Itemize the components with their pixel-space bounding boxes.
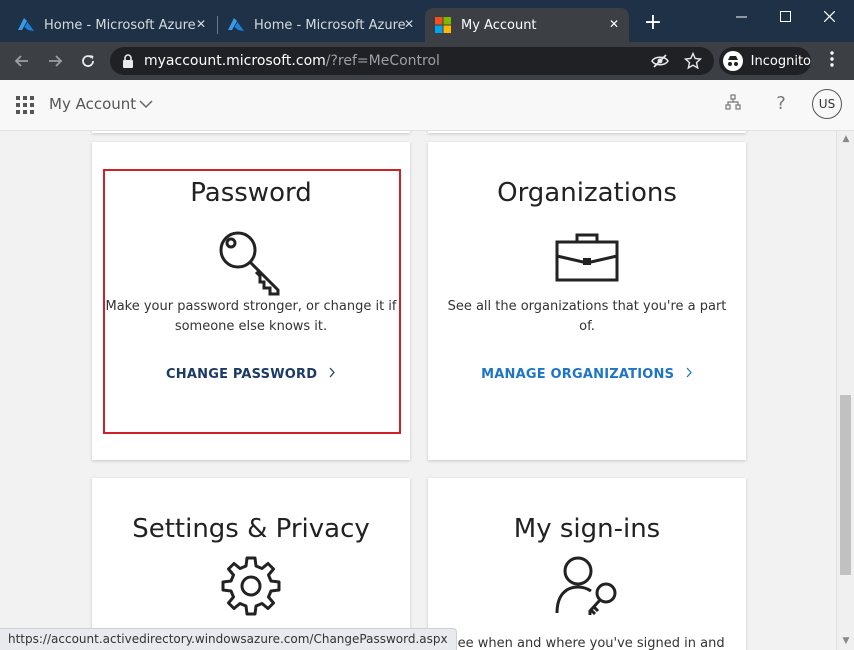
settings-privacy-card: Settings & Privacy: [92, 478, 410, 650]
user-key-icon: [555, 556, 617, 616]
browser-toolbar: myaccount.microsoft.com/?ref=MeControl I…: [0, 42, 854, 80]
maximize-button[interactable]: [762, 0, 808, 32]
incognito-indicator[interactable]: Incognito: [719, 47, 811, 75]
card-title: Organizations: [497, 178, 677, 208]
card-partial: [92, 131, 410, 133]
my-signins-card: My sign-ins See when and where you've si…: [428, 478, 746, 650]
card-partial: [428, 131, 746, 133]
tab-label: Home - Microsoft Azure: [44, 17, 196, 33]
arrow-left-icon: [14, 55, 28, 67]
scroll-up-icon[interactable]: ▲: [840, 134, 852, 144]
url-text: myaccount.microsoft.com/?ref=MeControl: [144, 53, 440, 69]
app-header: My Account ? US: [0, 80, 854, 131]
star-icon[interactable]: [684, 52, 702, 70]
close-icon[interactable]: ✕: [196, 17, 206, 31]
app-launcher-icon[interactable]: [16, 96, 34, 114]
incognito-label: Incognito: [750, 53, 811, 69]
more-vertical-icon: [830, 51, 834, 67]
minimize-icon: [735, 16, 747, 17]
close-icon: [823, 10, 835, 22]
microsoft-logo-icon: [435, 17, 451, 33]
chevron-right-icon: [686, 367, 692, 378]
manage-organizations-link[interactable]: MANAGE ORGANIZATIONS: [428, 367, 746, 382]
tab-azure-home-1[interactable]: Home - Microsoft Azure ✕: [8, 8, 216, 42]
back-button[interactable]: [11, 50, 33, 72]
close-window-button[interactable]: [806, 0, 852, 32]
address-bar[interactable]: myaccount.microsoft.com/?ref=MeControl: [110, 47, 714, 75]
lock-icon: [123, 54, 133, 68]
url-host: myaccount.microsoft.com: [144, 53, 326, 69]
briefcase-icon: [555, 233, 619, 282]
link-label: MANAGE ORGANIZATIONS: [481, 367, 675, 382]
help-icon[interactable]: ?: [771, 94, 791, 114]
reload-icon: [82, 55, 94, 67]
arrow-right-icon: [49, 55, 63, 67]
new-tab-button[interactable]: +: [642, 12, 664, 34]
avatar[interactable]: US: [812, 89, 842, 119]
azure-icon: [18, 18, 34, 31]
minimize-button[interactable]: [718, 0, 764, 32]
tab-label: Home - Microsoft Azure: [254, 17, 406, 33]
browser-titlebar: Home - Microsoft Azure ✕ Home - Microsof…: [0, 0, 854, 42]
status-url-bar: https://account.activedirectory.windowsa…: [0, 628, 457, 650]
card-description: See all the organizations that you're a …: [447, 299, 727, 334]
maximize-icon: [779, 10, 791, 22]
url-path: /?ref=MeControl: [325, 53, 440, 69]
card-title: My sign-ins: [513, 514, 661, 544]
scroll-down-icon[interactable]: ▼: [840, 636, 852, 646]
chevron-down-icon[interactable]: [138, 97, 154, 111]
browser-menu-button[interactable]: [824, 51, 840, 71]
page-scrollbar[interactable]: ▲ ▼: [836, 131, 854, 650]
incognito-icon: [723, 51, 743, 71]
tab-label: My Account: [461, 17, 537, 33]
close-icon[interactable]: ✕: [404, 17, 414, 31]
gear-icon: [221, 556, 281, 616]
main-content: Password Make your password stronger, or…: [0, 131, 836, 650]
close-icon[interactable]: ✕: [609, 17, 619, 31]
app-title[interactable]: My Account: [49, 95, 136, 113]
tab-azure-home-2[interactable]: Home - Microsoft Azure ✕: [218, 8, 424, 42]
reload-button[interactable]: [77, 50, 99, 72]
forward-button[interactable]: [44, 50, 66, 72]
card-title: Settings & Privacy: [132, 514, 370, 544]
highlight-box: [103, 169, 401, 434]
card-description: See when and where you've signed in and: [449, 636, 725, 650]
organizations-card: Organizations See all the organizations …: [428, 142, 746, 460]
eye-slash-icon[interactable]: [651, 52, 669, 70]
azure-icon: [228, 18, 244, 31]
org-chart-icon[interactable]: [723, 94, 743, 114]
scrollbar-thumb[interactable]: [840, 395, 851, 575]
tab-my-account[interactable]: My Account ✕: [425, 8, 629, 42]
